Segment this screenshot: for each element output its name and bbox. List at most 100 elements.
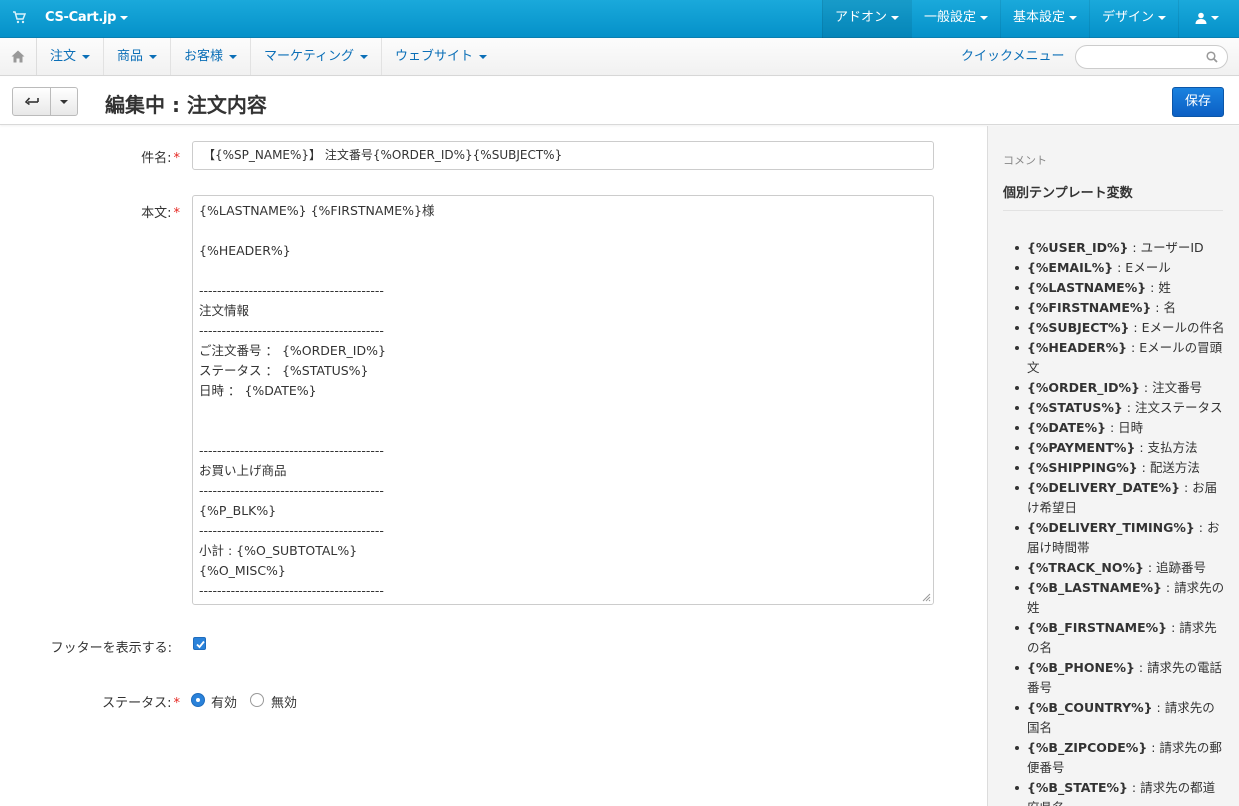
menu-label: 注文 xyxy=(50,49,77,64)
menu-customers[interactable]: お客様 xyxy=(171,38,252,75)
chevron-down-icon xyxy=(890,15,899,20)
home-icon xyxy=(11,50,25,63)
chevron-down-icon xyxy=(229,54,238,59)
quick-menu-link[interactable]: クイックメニュー xyxy=(961,38,1064,76)
body-line xyxy=(199,222,917,242)
variable-code: {%HEADER%} xyxy=(1027,340,1128,355)
brand-name: CS-Cart.jp xyxy=(45,10,117,25)
variable-description: 配送方法 xyxy=(1149,460,1200,475)
list-item: {%B_FIRSTNAME%} : 請求先の名 xyxy=(1003,618,1225,658)
subject-label: 件名: * xyxy=(100,147,180,166)
chevron-down-icon xyxy=(479,54,488,59)
menu-products[interactable]: 商品 xyxy=(104,38,172,75)
variable-code: {%STATUS%} xyxy=(1027,400,1123,415)
chevron-down-icon xyxy=(82,54,91,59)
menu-orders[interactable]: 注文 xyxy=(37,38,105,75)
top-nav-label: デザイン xyxy=(1101,10,1154,25)
variable-code: {%SUBJECT%} xyxy=(1027,320,1130,335)
body-line: {%LASTNAME%} {%FIRSTNAME%}様 xyxy=(199,203,435,218)
back-dropdown-button[interactable] xyxy=(51,88,77,115)
status-radio-disabled[interactable] xyxy=(250,693,264,707)
list-item: {%B_COUNTRY%} : 請求先の国名 xyxy=(1003,698,1225,738)
menu-website[interactable]: ウェブサイト xyxy=(382,38,500,75)
list-item: {%DATE%} : 日時 xyxy=(1003,418,1225,438)
back-button[interactable] xyxy=(13,88,51,115)
chevron-down-icon xyxy=(149,54,158,59)
variable-code: {%PAYMENT%} xyxy=(1027,440,1136,455)
body-line: ----------------------------------------… xyxy=(199,283,384,298)
variable-description: 支払方法 xyxy=(1147,440,1198,455)
body-line: お買い上げ商品 xyxy=(199,463,287,478)
menu-label: お客様 xyxy=(184,49,224,64)
variable-code: {%FIRSTNAME%} xyxy=(1027,300,1152,315)
save-button[interactable]: 保存 xyxy=(1172,87,1224,117)
body-line: ご注文番号 ： {%ORDER_ID%} xyxy=(199,343,386,358)
resize-handle-icon[interactable] xyxy=(921,592,931,602)
body-line: {%HEADER%} xyxy=(199,243,291,258)
list-item: {%ORDER_ID%} : 注文番号 xyxy=(1003,378,1225,398)
top-nav-basic-settings[interactable]: 基本設定 xyxy=(999,0,1089,38)
menu-label: 商品 xyxy=(117,49,144,64)
variable-code: {%DELIVERY_DATE%} xyxy=(1027,480,1180,495)
footer-label: フッターを表示する: xyxy=(50,641,172,656)
list-item: {%LASTNAME%} : 姓 xyxy=(1003,278,1225,298)
top-nav-general-settings[interactable]: 一般設定 xyxy=(910,0,1000,38)
status-option-active[interactable]: 有効 xyxy=(211,692,237,711)
body-label: 本文: * xyxy=(100,202,180,221)
variable-code: {%B_FIRSTNAME%} xyxy=(1027,620,1168,635)
search-input[interactable] xyxy=(1075,45,1228,69)
variable-description: 名 xyxy=(1163,300,1176,315)
required-marker: * xyxy=(173,206,181,221)
body-label-text: 本文: xyxy=(141,206,172,221)
back-button-group xyxy=(12,87,78,116)
body-line: {%P_BLK%} xyxy=(199,503,277,518)
variable-code: {%ORDER_ID%} xyxy=(1027,380,1140,395)
variable-code: {%USER_ID%} xyxy=(1027,240,1129,255)
menu-label: ウェブサイト xyxy=(395,49,474,64)
variable-code: {%B_COUNTRY%} xyxy=(1027,700,1153,715)
top-bar: CS-Cart.jp アドオン 一般設定 基本設定 デザイン xyxy=(0,0,1239,38)
list-item: {%EMAIL%} : Eメール xyxy=(1003,258,1225,278)
list-item: {%B_ZIPCODE%} : 請求先の郵便番号 xyxy=(1003,738,1225,778)
divider xyxy=(1003,210,1223,211)
variable-code: {%DELIVERY_TIMING%} xyxy=(1027,520,1195,535)
status-radio-active[interactable] xyxy=(191,693,205,707)
menu-marketing[interactable]: マーケティング xyxy=(251,38,383,75)
top-nav-label: アドオン xyxy=(834,10,887,25)
variable-code: {%EMAIL%} xyxy=(1027,260,1114,275)
list-item: {%B_STATE%} : 請求先の都道府県名 xyxy=(1003,778,1225,806)
top-nav-addons[interactable]: アドオン xyxy=(821,0,911,38)
top-nav-label: 基本設定 xyxy=(1012,10,1065,25)
subject-label-text: 件名: xyxy=(141,151,172,166)
footer-checkbox[interactable] xyxy=(193,637,206,650)
body-line xyxy=(199,262,917,282)
list-item: {%SUBJECT%} : Eメールの件名 xyxy=(1003,318,1225,338)
body-textarea[interactable]: {%LASTNAME%} {%FIRSTNAME%}様 {%HEADER%} -… xyxy=(192,195,934,605)
page-title: 編集中 : 注文内容 xyxy=(105,93,267,117)
variable-code: {%B_STATE%} xyxy=(1027,780,1128,795)
store-switcher[interactable]: CS-Cart.jp xyxy=(45,10,129,25)
template-variable-list: {%USER_ID%} : ユーザーID {%EMAIL%} : Eメール {%… xyxy=(1003,238,1225,806)
body-lines: {%LASTNAME%} {%FIRSTNAME%}様 {%HEADER%} -… xyxy=(199,202,917,602)
variable-description: 姓 xyxy=(1158,280,1171,295)
variable-code: {%B_ZIPCODE%} xyxy=(1027,740,1148,755)
top-nav-label: 一般設定 xyxy=(923,10,976,25)
chevron-down-icon xyxy=(1211,15,1219,20)
check-icon xyxy=(196,640,205,649)
home-button[interactable] xyxy=(0,38,37,75)
subject-input[interactable]: 【{%SP_NAME%}】 注文番号{%ORDER_ID%}{%SUBJECT%… xyxy=(192,141,934,170)
body-line: 注文情報 xyxy=(199,303,250,318)
top-nav-design[interactable]: デザイン xyxy=(1088,0,1178,38)
list-item: {%SHIPPING%} : 配送方法 xyxy=(1003,458,1225,478)
list-item: {%DELIVERY_TIMING%} : お届け時間帯 xyxy=(1003,518,1225,558)
chevron-down-icon xyxy=(60,100,68,104)
main-menu-bar: 注文 商品 お客様 マーケティング ウェブサイト クイックメニュー xyxy=(0,38,1239,76)
variable-description: 注文ステータス xyxy=(1134,400,1223,415)
variable-description: 追跡番号 xyxy=(1156,560,1207,575)
sidebar-heading: コメント xyxy=(1003,154,1047,167)
user-menu[interactable] xyxy=(1178,0,1239,38)
variable-description: 注文番号 xyxy=(1152,380,1203,395)
body-line xyxy=(199,422,917,442)
variable-description: Eメール xyxy=(1125,260,1171,275)
status-option-disabled[interactable]: 無効 xyxy=(271,692,297,711)
